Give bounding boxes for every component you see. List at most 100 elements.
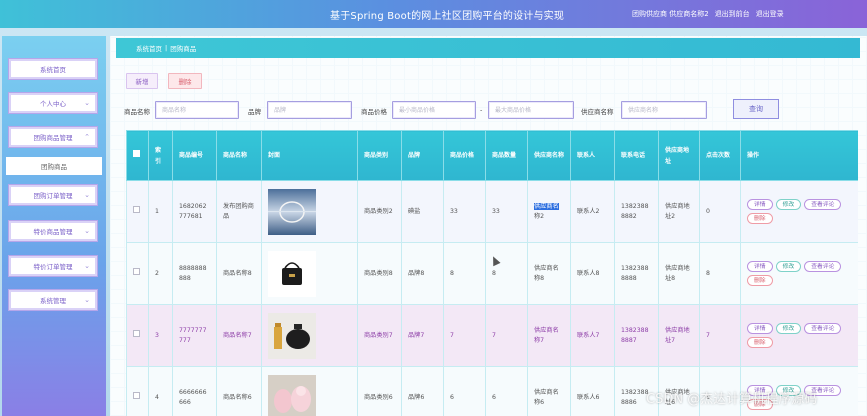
breadcrumb: 系统首页 | 团购商品	[116, 38, 860, 58]
delete-row-button[interactable]: 删除	[747, 337, 773, 348]
column-header[interactable]: 封面	[261, 130, 358, 181]
sidebar-item-label: 团购订单管理	[33, 192, 73, 200]
select-all-checkbox[interactable]	[133, 150, 140, 157]
sidebar-item-special-goods-mgmt[interactable]: 特价商品管理 ⌄	[8, 220, 98, 242]
detail-button[interactable]: 详情	[747, 323, 773, 334]
column-header[interactable]: 商品数量	[485, 130, 528, 181]
column-header[interactable]: 商品名称	[216, 130, 262, 181]
column-header[interactable]: 点击次数	[699, 130, 741, 181]
sidebar-item-label: 团购商品管理	[33, 134, 73, 142]
column-header[interactable]: 品牌	[401, 130, 444, 181]
brand-input[interactable]	[267, 101, 352, 119]
user-area: 团购供应商 供应商名称2 退出到前台 退出登录	[632, 9, 784, 19]
sidebar-item-label: 特价商品管理	[33, 228, 73, 236]
cell-cover	[261, 242, 358, 305]
app-title: 基于Spring Boot的网上社区团购平台的设计与实现	[330, 11, 565, 22]
column-header[interactable]: 商品价格	[443, 130, 486, 181]
tea-set-image	[268, 312, 316, 359]
cell-qty: 7	[485, 304, 528, 367]
view-reviews-button[interactable]: 查看评论	[804, 323, 842, 334]
cell-actions: 详情 修改 查看评论 删除	[740, 242, 858, 305]
cell-supplier-rest: 供应商名称7	[534, 326, 559, 344]
select-all-header[interactable]	[126, 130, 149, 181]
cell-brand: 品牌6	[401, 366, 444, 416]
cell-address: 供应商地址7	[658, 304, 700, 367]
sidebar-item-label: 团购商品	[41, 163, 67, 171]
column-header[interactable]: 商品类别	[357, 130, 402, 181]
supplier-name-input[interactable]	[621, 101, 707, 119]
row-checkbox[interactable]	[133, 268, 140, 275]
sidebar-item-profile[interactable]: 个人中心 ⌄	[8, 92, 98, 114]
table-row: 1 1682062777681 发布团购商品 商品类别2 碘盐 33 33 供应…	[126, 180, 858, 243]
sidebar-subitem-group-goods[interactable]: 团购商品	[6, 157, 102, 175]
goods-name-input[interactable]	[155, 101, 239, 119]
cell-brand: 品牌8	[401, 242, 444, 305]
cell-name: 发布团购商品	[216, 180, 262, 243]
cell-qty: 6	[485, 366, 528, 416]
cell-contact: 联系人8	[570, 242, 615, 305]
edit-button[interactable]: 修改	[775, 199, 802, 210]
chevron-up-icon: ⌃	[84, 133, 90, 141]
label-brand: 品牌	[248, 108, 261, 116]
sidebar-item-label: 个人中心	[40, 100, 66, 108]
cell-index: 4	[148, 366, 173, 416]
column-header[interactable]: 商品编号	[172, 130, 217, 181]
add-button[interactable]: 新增	[126, 73, 158, 89]
cell-supplier: 供应商名称6	[527, 366, 571, 416]
sidebar-item-special-orders-mgmt[interactable]: 特价订单管理 ⌄	[8, 255, 98, 277]
sidebar-item-group-goods-mgmt[interactable]: 团购商品管理 ⌃	[8, 126, 98, 148]
cell-supplier: 供应商名称2	[527, 180, 571, 243]
sidebar-item-label: 特价订单管理	[33, 263, 73, 271]
sidebar: 系统首页 个人中心 ⌄ 团购商品管理 ⌃ 团购商品 团购订单管理 ⌄ 特价商品管…	[2, 36, 106, 416]
delete-row-button[interactable]: 删除	[747, 275, 773, 286]
breadcrumb-separator: |	[165, 44, 168, 52]
chevron-down-icon: ⌄	[84, 296, 90, 304]
back-to-front-link[interactable]: 退出到前台	[715, 9, 750, 19]
sidebar-item-group-orders-mgmt[interactable]: 团购订单管理 ⌄	[8, 184, 98, 206]
cell-phone: 13823888882	[614, 180, 659, 243]
sidebar-item-home[interactable]: 系统首页	[8, 58, 98, 80]
cell-price: 7	[443, 304, 486, 367]
row-checkbox[interactable]	[133, 206, 140, 213]
delete-row-button[interactable]: 删除	[747, 213, 773, 224]
goods-table: 索引 商品编号 商品名称 封面 商品类别 品牌 商品价格 商品数量 供应商名称 …	[126, 130, 858, 416]
sidebar-item-label: 系统首页	[40, 66, 66, 74]
chevron-down-icon: ⌄	[84, 262, 90, 270]
cell-cover	[261, 366, 358, 416]
search-button[interactable]: 查询	[733, 99, 779, 119]
selected-text: 供应商名	[534, 202, 559, 210]
column-header[interactable]: 供应商地址	[658, 130, 700, 181]
column-header[interactable]: 联系电话	[614, 130, 659, 181]
column-header[interactable]: 联系人	[570, 130, 615, 181]
cell-supplier: 供应商名称8	[527, 242, 571, 305]
main-content: 系统首页 | 团购商品 新增 删除 商品名称 品牌 商品价格 - 供应商名称 查…	[110, 36, 867, 416]
cell-category: 商品类别7	[357, 304, 402, 367]
detail-button[interactable]: 详情	[747, 199, 773, 210]
label-supplier-name: 供应商名称	[581, 108, 614, 116]
edit-button[interactable]: 修改	[775, 261, 802, 272]
min-price-input[interactable]	[392, 101, 476, 119]
cell-clicks: 8	[699, 242, 741, 305]
search-bar: 商品名称 品牌 商品价格 - 供应商名称 查询	[124, 99, 864, 120]
cell-code: 7777777777	[172, 304, 217, 367]
cell-index: 3	[148, 304, 173, 367]
logout-link[interactable]: 退出登录	[756, 9, 784, 19]
plush-toys-image	[268, 374, 316, 416]
breadcrumb-home[interactable]: 系统首页	[136, 43, 162, 53]
delete-button[interactable]: 删除	[168, 73, 202, 89]
cell-qty: 33	[485, 180, 528, 243]
row-checkbox[interactable]	[133, 392, 140, 399]
view-reviews-button[interactable]: 查看评论	[804, 199, 842, 210]
top-bar: 基于Spring Boot的网上社区团购平台的设计与实现 团购供应商 供应商名称…	[0, 0, 867, 28]
detail-button[interactable]: 详情	[747, 261, 773, 272]
view-reviews-button[interactable]: 查看评论	[804, 261, 842, 272]
row-checkbox[interactable]	[133, 330, 140, 337]
max-price-input[interactable]	[488, 101, 574, 119]
cell-contact: 联系人7	[570, 304, 615, 367]
cell-phone: 13823888888	[614, 242, 659, 305]
table-row: 3 7777777777 商品名称7 商品类别7 品牌7 7 7 供应商名称7 …	[126, 304, 858, 367]
column-header[interactable]: 供应商名称	[527, 130, 571, 181]
sidebar-item-system-mgmt[interactable]: 系统管理 ⌄	[8, 289, 98, 311]
edit-button[interactable]: 修改	[775, 323, 802, 334]
chevron-down-icon: ⌄	[84, 99, 90, 107]
